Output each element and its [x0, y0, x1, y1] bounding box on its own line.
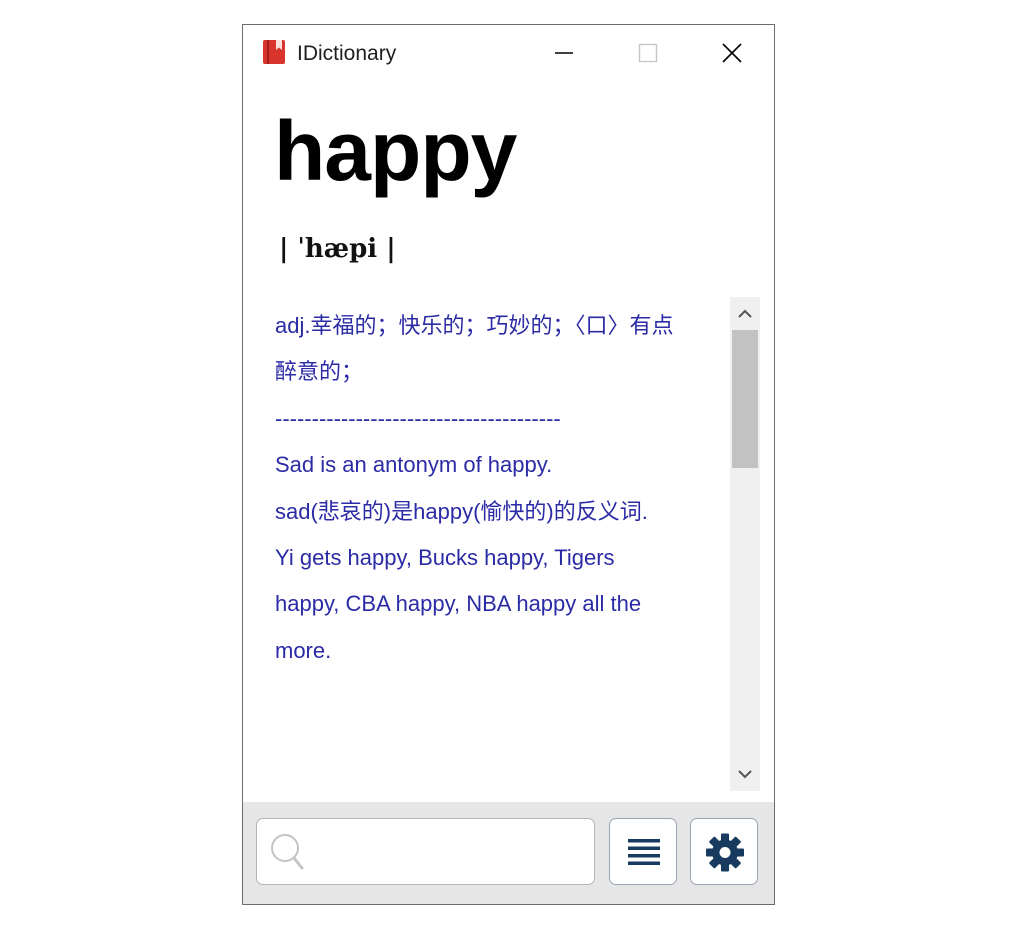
chevron-up-icon: [738, 309, 752, 318]
search-input[interactable]: [309, 829, 583, 875]
chevron-down-icon: [738, 770, 752, 779]
phonetic-transcription: | ˈhæpi |: [279, 234, 396, 264]
dictionary-window: IDictionary happy | ˈhæpi | adj.幸福的；快乐的；…: [242, 24, 775, 905]
example-line: more.: [275, 637, 332, 663]
gear-icon: [706, 833, 744, 872]
word-list-button[interactable]: [609, 818, 677, 885]
example-line: Yi gets happy, Bucks happy, Tigers: [275, 545, 615, 571]
vertical-scrollbar[interactable]: [730, 297, 760, 791]
scroll-down-button[interactable]: [730, 759, 760, 791]
title-bar[interactable]: IDictionary: [243, 25, 774, 81]
close-icon: [722, 43, 742, 63]
minimize-button[interactable]: [522, 25, 606, 81]
settings-button[interactable]: [690, 818, 758, 885]
separator-line: ---------------------------------------: [275, 405, 561, 431]
scroll-up-button[interactable]: [730, 297, 760, 329]
window-title: IDictionary: [297, 42, 397, 65]
list-icon: [628, 839, 660, 865]
example-line: sad(悲哀的)是happy(愉快的)的反义词.: [275, 498, 648, 524]
minimize-icon: [555, 52, 573, 54]
search-icon: [271, 834, 304, 870]
close-button[interactable]: [690, 25, 774, 81]
headword: happy: [274, 104, 517, 198]
book-icon: [263, 40, 285, 64]
definition-text: adj.幸福的；快乐的；巧妙的；〈口〉有点 醉意的； -------------…: [275, 303, 725, 674]
definition-line: adj.幸福的；快乐的；巧妙的；〈口〉有点: [275, 313, 674, 338]
scrollbar-thumb[interactable]: [732, 330, 758, 468]
definition-panel[interactable]: adj.幸福的；快乐的；巧妙的；〈口〉有点 醉意的； -------------…: [243, 297, 730, 797]
definition-line: 醉意的；: [275, 359, 364, 385]
search-box[interactable]: [256, 818, 595, 885]
example-line: happy, CBA happy, NBA happy all the: [275, 591, 642, 617]
example-line: Sad is an antonym of happy.: [275, 452, 553, 478]
bottom-toolbar: [243, 802, 774, 904]
maximize-icon: [638, 43, 658, 63]
maximize-button[interactable]: [606, 25, 690, 81]
